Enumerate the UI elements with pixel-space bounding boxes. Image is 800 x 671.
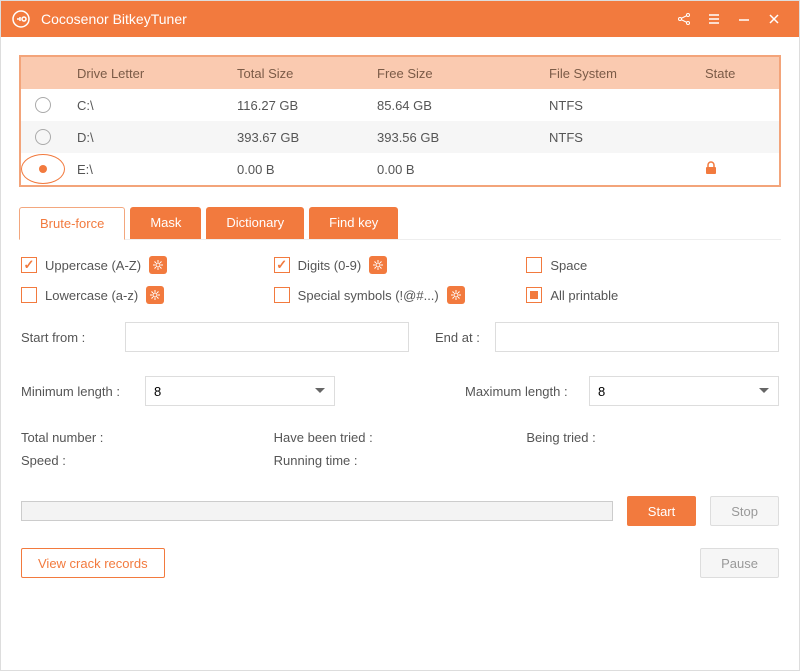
table-row[interactable]: C:\ 116.27 GB 85.64 GB NTFS [21, 89, 779, 121]
header-drive: Drive Letter [65, 66, 237, 81]
space-label: Space [550, 258, 587, 273]
end-at-input[interactable] [495, 322, 779, 352]
share-button[interactable] [669, 1, 699, 37]
max-length-label: Maximum length : [465, 384, 589, 399]
options-panel: Uppercase (A-Z) Digits (0-9) Space Lower… [19, 240, 781, 578]
all-printable-label: All printable [550, 288, 618, 303]
option-digits: Digits (0-9) [274, 256, 527, 274]
start-button[interactable]: Start [627, 496, 696, 526]
special-label: Special symbols (!@#...) [298, 288, 439, 303]
option-space: Space [526, 256, 779, 274]
drive-radio[interactable] [21, 154, 65, 184]
table-row[interactable]: E:\ 0.00 B 0.00 B [21, 153, 779, 185]
table-row[interactable]: D:\ 393.67 GB 393.56 GB NTFS [21, 121, 779, 153]
minimize-button[interactable] [729, 1, 759, 37]
option-special: Special symbols (!@#...) [274, 286, 527, 304]
tab-mask[interactable]: Mask [130, 207, 201, 239]
stop-button[interactable]: Stop [710, 496, 779, 526]
progress-bar [21, 501, 613, 521]
min-length-select[interactable] [145, 376, 335, 406]
content: Drive Letter Total Size Free Size File S… [1, 37, 799, 596]
uppercase-gear-icon[interactable] [149, 256, 167, 274]
tab-find-key[interactable]: Find key [309, 207, 398, 239]
drive-radio[interactable] [35, 97, 51, 113]
option-lowercase: Lowercase (a-z) [21, 286, 274, 304]
drive-table: Drive Letter Total Size Free Size File S… [19, 55, 781, 187]
special-checkbox[interactable] [274, 287, 290, 303]
running-time-label: Running time : [274, 453, 527, 468]
tab-dictionary[interactable]: Dictionary [206, 207, 304, 239]
cell-total: 0.00 B [237, 162, 377, 177]
cell-free: 85.64 GB [377, 98, 549, 113]
cell-letter: C:\ [65, 98, 237, 113]
lowercase-checkbox[interactable] [21, 287, 37, 303]
start-from-input[interactable] [125, 322, 409, 352]
speed-label: Speed : [21, 453, 274, 468]
lowercase-gear-icon[interactable] [146, 286, 164, 304]
total-number-label: Total number : [21, 430, 274, 445]
view-crack-records-button[interactable]: View crack records [21, 548, 165, 578]
digits-gear-icon[interactable] [369, 256, 387, 274]
tabs: Brute-force Mask Dictionary Find key [19, 207, 781, 240]
menu-button[interactable] [699, 1, 729, 37]
special-gear-icon[interactable] [447, 286, 465, 304]
lock-icon [705, 163, 717, 178]
digits-label: Digits (0-9) [298, 258, 362, 273]
min-length-label: Minimum length : [21, 384, 145, 399]
app-logo-icon [11, 9, 31, 29]
lowercase-label: Lowercase (a-z) [45, 288, 138, 303]
cell-letter: E:\ [65, 162, 237, 177]
header-fs: File System [549, 66, 705, 81]
uppercase-label: Uppercase (A-Z) [45, 258, 141, 273]
max-length-select[interactable] [589, 376, 779, 406]
have-been-tried-label: Have been tried : [274, 430, 527, 445]
uppercase-checkbox[interactable] [21, 257, 37, 273]
cell-total: 393.67 GB [237, 130, 377, 145]
cell-total: 116.27 GB [237, 98, 377, 113]
pause-button[interactable]: Pause [700, 548, 779, 578]
app-title: Cocosenor BitkeyTuner [41, 11, 669, 27]
option-uppercase: Uppercase (A-Z) [21, 256, 274, 274]
digits-checkbox[interactable] [274, 257, 290, 273]
close-button[interactable] [759, 1, 789, 37]
space-checkbox[interactable] [526, 257, 542, 273]
cell-fs: NTFS [549, 98, 705, 113]
all-printable-checkbox[interactable] [526, 287, 542, 303]
cell-letter: D:\ [65, 130, 237, 145]
header-total: Total Size [237, 66, 377, 81]
option-all-printable: All printable [526, 286, 779, 304]
being-tried-label: Being tried : [526, 430, 779, 445]
cell-free: 0.00 B [377, 162, 549, 177]
header-free: Free Size [377, 66, 549, 81]
table-header: Drive Letter Total Size Free Size File S… [21, 57, 779, 89]
tab-brute-force[interactable]: Brute-force [19, 207, 125, 240]
cell-fs: NTFS [549, 130, 705, 145]
drive-radio[interactable] [35, 129, 51, 145]
titlebar: Cocosenor BitkeyTuner [1, 1, 799, 37]
cell-free: 393.56 GB [377, 130, 549, 145]
header-state: State [705, 66, 779, 81]
end-at-label: End at : [435, 330, 495, 345]
start-from-label: Start from : [21, 330, 125, 345]
